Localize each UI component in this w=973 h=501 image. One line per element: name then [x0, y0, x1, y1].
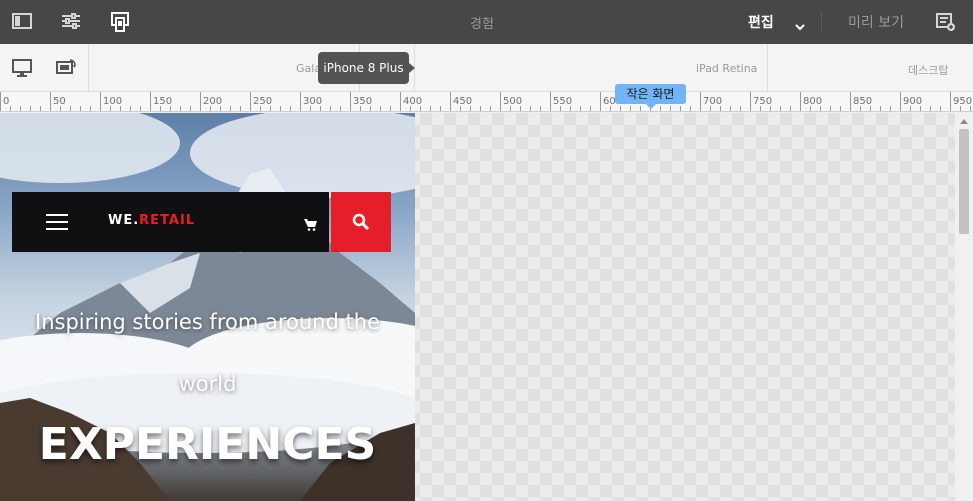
desktop-icon[interactable] — [12, 59, 34, 79]
page-preview[interactable]: WE.RETAIL Inspiring stories from around … — [0, 113, 415, 501]
logo-prefix: WE. — [108, 213, 140, 228]
ruler-tick-label: 550 — [553, 96, 572, 107]
chevron-down-icon[interactable] — [795, 16, 805, 31]
ruler-tick-label: 800 — [803, 96, 822, 107]
breakpoint-label-desktop[interactable]: 데스크탑 — [908, 62, 948, 78]
scrollbar-thumb[interactable] — [959, 129, 969, 234]
sidebar-toggle-icon[interactable] — [12, 12, 34, 32]
ruler-tick-label: 900 — [903, 96, 922, 107]
logo-suffix: RETAIL — [139, 213, 196, 228]
ruler-tick-label: 750 — [753, 96, 772, 107]
ruler-tick-label: 700 — [703, 96, 722, 107]
vertical-scrollbar[interactable] — [955, 113, 973, 501]
rotate-device-icon[interactable] — [56, 59, 78, 79]
ruler-tick-label: 150 — [153, 96, 172, 107]
emulator-bar: Gala iPad Retina 데스크탑 iPhone 8 Plus — [0, 44, 973, 92]
toolbar-divider — [821, 11, 822, 33]
mode-selector-label[interactable]: 편집 — [748, 12, 774, 32]
ruler-tick-label: 50 — [53, 96, 66, 107]
pixel-ruler[interactable]: 0501001502002503003504004505005506006507… — [0, 92, 973, 112]
site-logo[interactable]: WE.RETAIL — [108, 213, 195, 228]
hamburger-menu-icon[interactable] — [46, 214, 68, 230]
cart-icon[interactable] — [304, 216, 318, 231]
hero-subtitle-line2: world — [178, 372, 237, 396]
site-navbar: WE.RETAIL — [12, 192, 329, 252]
ruler-tick-label: 850 — [853, 96, 872, 107]
emulator-devices-icon[interactable] — [110, 12, 132, 32]
ruler-tick-label: 500 — [503, 96, 522, 107]
ruler-tick-label: 300 — [303, 96, 322, 107]
ruler-tick-label: 100 — [103, 96, 122, 107]
device-controls — [0, 44, 89, 92]
page-title: 경험 — [470, 17, 494, 32]
ruler-ticks: 0501001502002503003504004505005506006507… — [0, 92, 972, 111]
scroll-up-arrow-icon[interactable] — [960, 119, 968, 124]
hero-subtitle-line1: Inspiring stories from around the — [35, 310, 380, 334]
ruler-tick-label: 400 — [403, 96, 422, 107]
device-tooltip: iPhone 8 Plus — [318, 52, 415, 84]
properties-sliders-icon[interactable] — [61, 12, 83, 32]
ruler-tick-label: 0 — [3, 96, 9, 107]
search-icon — [352, 213, 370, 231]
editor-toolbar: 경험 편집 미리 보기 — [0, 0, 973, 44]
preview-button[interactable]: 미리 보기 — [848, 12, 904, 32]
ruler-tick-label: 450 — [453, 96, 472, 107]
site-search-button[interactable] — [331, 192, 391, 252]
breakpoint-tooltip: 작은 화면 — [615, 84, 686, 109]
ruler-tick-label: 950 — [953, 96, 972, 107]
hero-title: EXPERIENCES — [38, 419, 377, 470]
annotations-icon[interactable] — [936, 12, 958, 32]
ruler-tick-label: 350 — [353, 96, 372, 107]
ruler-tick-label: 250 — [253, 96, 272, 107]
breakpoint-label-ipad-retina[interactable]: iPad Retina — [696, 62, 757, 75]
ruler-tick-label: 200 — [203, 96, 222, 107]
breakpoint-marker[interactable] — [767, 44, 768, 92]
